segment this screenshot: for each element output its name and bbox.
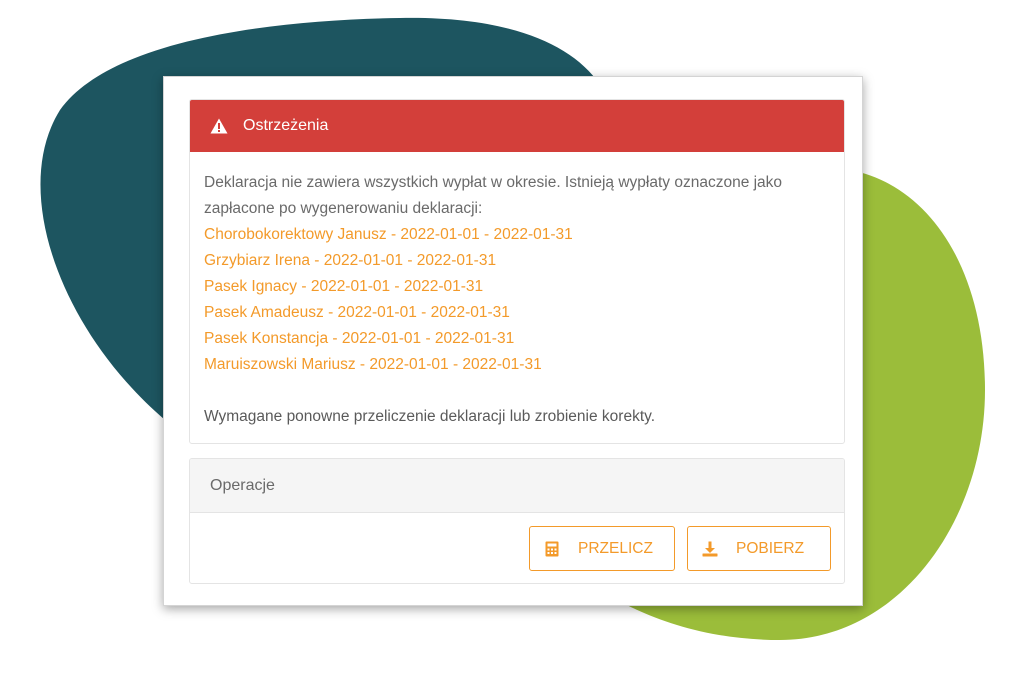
operations-actions: PRZELICZ POBIERZ xyxy=(529,526,831,571)
warnings-body: Deklaracja nie zawiera wszystkich wypłat… xyxy=(190,152,844,430)
download-button[interactable]: POBIERZ xyxy=(687,526,831,571)
warning-list: Chorobokorektowy Janusz - 2022-01-01 - 2… xyxy=(204,222,830,378)
operations-panel: Operacje PRZELICZ POBIERZ xyxy=(189,458,845,584)
operations-header: Operacje xyxy=(190,459,844,513)
warnings-header: Ostrzeżenia xyxy=(190,100,844,152)
warning-footer: Wymagane ponowne przeliczenie deklaracji… xyxy=(204,408,656,425)
download-icon xyxy=(702,541,718,556)
warning-message: Deklaracja nie zawiera wszystkich wypłat… xyxy=(204,174,783,217)
download-label: POBIERZ xyxy=(736,539,805,557)
warnings-title: Ostrzeżenia xyxy=(243,117,329,134)
warning-triangle-icon xyxy=(210,118,228,134)
warnings-panel: Ostrzeżenia Deklaracja nie zawiera wszys… xyxy=(189,99,845,444)
warning-item: Chorobokorektowy Janusz - 2022-01-01 - 2… xyxy=(204,226,573,243)
warning-item: Maruiszowski Mariusz - 2022-01-01 - 2022… xyxy=(204,356,542,373)
calculator-icon xyxy=(545,541,559,556)
warning-item: Pasek Konstancja - 2022-01-01 - 2022-01-… xyxy=(204,330,515,347)
warning-item: Pasek Ignacy - 2022-01-01 - 2022-01-31 xyxy=(204,278,484,295)
recalculate-button[interactable]: PRZELICZ xyxy=(529,526,675,571)
warning-item: Pasek Amadeusz - 2022-01-01 - 2022-01-31 xyxy=(204,304,510,321)
declaration-dialog: Ostrzeżenia Deklaracja nie zawiera wszys… xyxy=(163,76,863,606)
recalculate-label: PRZELICZ xyxy=(578,539,653,557)
warning-item: Grzybiarz Irena - 2022-01-01 - 2022-01-3… xyxy=(204,252,497,269)
